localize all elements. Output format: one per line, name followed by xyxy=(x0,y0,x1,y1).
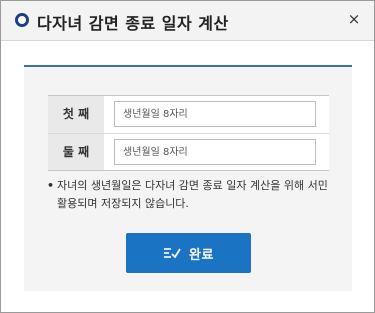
confirm-label: 완료 xyxy=(189,247,214,263)
second-child-birthdate-input[interactable] xyxy=(114,139,316,165)
circle-bullet-icon xyxy=(15,13,29,27)
confirm-button[interactable]: 완료 xyxy=(126,233,251,273)
content-panel: 첫 째 둘 째 • 자녀의 생년월일은 다자녀 감면 종료 일자 계산을 위해 … xyxy=(24,65,352,291)
first-child-label: 첫 째 xyxy=(48,96,104,133)
checklist-icon xyxy=(164,248,181,259)
dialog: 다자녀 감면 종료 일자 계산 × 첫 째 둘 째 • 자녀의 생년월일은 다자… xyxy=(0,0,375,313)
dialog-titlebar: 다자녀 감면 종료 일자 계산 × xyxy=(1,1,374,41)
notice-bullet: • xyxy=(47,179,55,192)
close-button[interactable]: × xyxy=(344,9,364,29)
second-child-label: 둘 째 xyxy=(48,134,104,170)
first-child-birthdate-input[interactable] xyxy=(114,101,316,127)
birthdate-form: 첫 째 둘 째 xyxy=(48,95,329,171)
notice-text: 자녀의 생년월일은 다자녀 감면 종료 일자 계산을 위해 서민 활용되며 저장… xyxy=(57,179,328,210)
dialog-title: 다자녀 감면 종료 일자 계산 xyxy=(37,14,229,33)
privacy-notice: • 자녀의 생년월일은 다자녀 감면 종료 일자 계산을 위해 서민 활용되며 … xyxy=(47,177,332,213)
form-row-first-child: 첫 째 xyxy=(48,96,329,133)
form-row-second-child: 둘 째 xyxy=(48,133,329,170)
